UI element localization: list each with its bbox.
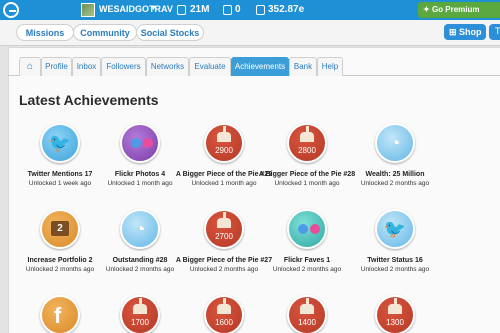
tab-home[interactable]: ⌂ <box>19 57 41 76</box>
outstanding-icon: ◔ <box>120 209 160 249</box>
badge-number: 1400 <box>298 318 316 327</box>
badge-number: 2700 <box>215 232 233 241</box>
chevron-down-icon[interactable]: ▼ <box>150 5 157 12</box>
badge-number: 2 <box>51 221 69 236</box>
badge-number: 2900 <box>215 146 233 155</box>
badge-number: 1600 <box>215 318 233 327</box>
avatar[interactable] <box>81 3 95 17</box>
badge-number: 1700 <box>131 318 149 327</box>
cake-icon: 2700 <box>204 209 244 249</box>
extra-nav-button[interactable]: T <box>489 24 500 40</box>
page-title: Latest Achievements <box>19 92 159 108</box>
achievement-time: Unlocked 2 months ago <box>360 180 430 187</box>
nav-missions-button[interactable]: Missions <box>16 24 74 41</box>
content-panel <box>8 47 500 333</box>
home-icon: ⌂ <box>26 61 34 72</box>
briefcase-icon: 2 <box>40 209 80 249</box>
nav-community-button[interactable]: Community <box>73 24 137 41</box>
tab-inbox[interactable]: Inbox <box>72 57 101 76</box>
cake-icon: 1700 <box>120 295 160 333</box>
cake-icon: 1400 <box>287 295 327 333</box>
go-premium-button[interactable]: ✦ Go Premium <box>418 2 500 18</box>
achievement-item[interactable]: 🐦 Twitter Status 16 Unlocked 2 months ag… <box>335 209 455 274</box>
badge-number: 2800 <box>298 146 316 155</box>
premium-icon: ✦ <box>423 5 432 14</box>
top-bar: WESAIDGOTRAV ▼ 21M 0 352.87e ✦ Go Premiu… <box>0 0 500 20</box>
flickr-icon <box>287 209 327 249</box>
twitter-bird-icon: 🐦 <box>375 209 415 249</box>
username[interactable]: WESAIDGOTRAV <box>99 4 173 14</box>
cash-icon <box>177 5 186 15</box>
tab-followers[interactable]: Followers <box>101 57 146 76</box>
tab-bank[interactable]: Bank <box>289 57 317 76</box>
badge-number: 1300 <box>386 318 404 327</box>
cake-icon: 2800 <box>287 123 327 163</box>
achievement-title: Wealth: 25 Million <box>365 171 425 178</box>
wealth-icon: ◔ <box>375 123 415 163</box>
v-icon <box>223 5 232 15</box>
cart-icon: ⊞ <box>449 27 460 37</box>
app-logo-icon[interactable] <box>3 2 19 18</box>
tab-help[interactable]: Help <box>317 57 343 76</box>
achievement-item[interactable]: 1300 <box>335 295 455 333</box>
achievement-title: Twitter Status 16 <box>367 257 423 264</box>
net-worth-stat: 352.87e <box>268 4 305 15</box>
tab-evaluate[interactable]: Evaluate <box>189 57 231 76</box>
trend-chart-icon <box>256 5 265 15</box>
achievement-item[interactable]: ◔ Wealth: 25 Million Unlocked 2 months a… <box>335 123 455 188</box>
facebook-icon: f <box>40 295 80 333</box>
tab-networks[interactable]: Networks <box>146 57 189 76</box>
cake-icon: 1300 <box>375 295 415 333</box>
cash-stat: 21M <box>190 4 210 15</box>
premium-label: Go Premium <box>431 5 480 14</box>
shop-label: Shop <box>459 27 482 37</box>
achievement-time: Unlocked 2 months ago <box>360 266 430 273</box>
shop-button[interactable]: ⊞ Shop <box>444 24 486 40</box>
tab-profile[interactable]: Profile <box>41 57 72 76</box>
cake-icon: 2900 <box>204 123 244 163</box>
cake-icon: 1600 <box>204 295 244 333</box>
flickr-icon <box>120 123 160 163</box>
tab-achievements[interactable]: Achievements <box>231 57 289 76</box>
twitter-bird-icon: 🐦 <box>40 123 80 163</box>
v-stat: 0 <box>235 4 241 15</box>
secondary-nav: Missions Community Social Stocks ⊞ Shop … <box>0 20 500 46</box>
nav-social-stocks-button[interactable]: Social Stocks <box>136 24 204 41</box>
